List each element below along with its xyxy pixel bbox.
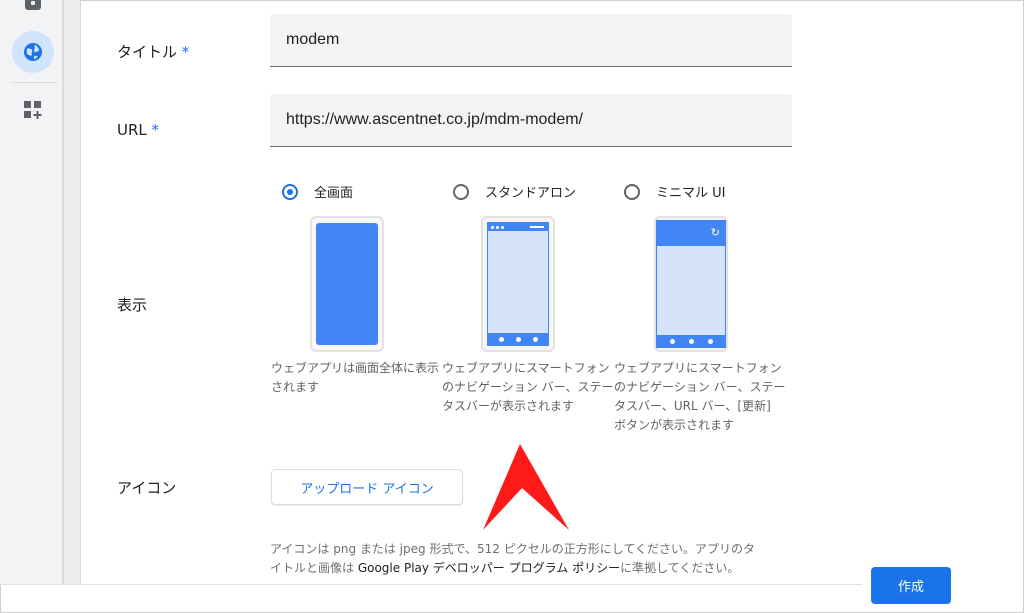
url-label-text: URL: [117, 121, 147, 139]
required-mark: *: [181, 43, 190, 61]
sidebar-gutter: [63, 0, 81, 584]
phone-screen: [487, 222, 549, 346]
url-field[interactable]: [270, 94, 792, 147]
radio-button[interactable]: [453, 183, 469, 200]
radio-button[interactable]: [624, 183, 640, 200]
web-app-nav-item[interactable]: [12, 31, 54, 73]
fullscreen-description: ウェブアプリは画面全体に表示されます: [271, 361, 440, 394]
radio-label: スタンドアロン: [485, 186, 577, 201]
refresh-icon: ↻: [710, 226, 720, 239]
radio-label: 全画面: [314, 186, 354, 201]
upload-icon-button[interactable]: アップロード アイコン: [271, 469, 463, 505]
title-label-text: タイトル: [117, 43, 178, 61]
url-bar: ↻: [657, 221, 725, 246]
phone-screen: [316, 223, 378, 345]
status-bar: [488, 223, 548, 231]
standalone-description: ウェブアプリにスマートフォンのナビゲーション バー、ステータスバーが表示されます: [442, 361, 614, 413]
fullscreen-phone-illustration: [310, 216, 384, 352]
minimal-ui-description: ウェブアプリにスマートフォンのナビゲーション バー、ステータスバー、URL バー…: [614, 361, 786, 432]
radio-standalone[interactable]: スタンドアロン: [453, 182, 576, 201]
radio-fullscreen[interactable]: 全画面: [282, 182, 353, 201]
radio-button-selected[interactable]: [282, 183, 298, 200]
url-label: URL *: [117, 121, 159, 139]
rail-divider: [10, 82, 58, 83]
storage-icon[interactable]: [25, 0, 41, 10]
title-input[interactable]: [286, 14, 776, 66]
radio-minimal-ui[interactable]: ミニマル UI: [624, 182, 725, 201]
display-label: 表示: [117, 296, 148, 314]
title-label: タイトル *: [117, 41, 189, 62]
required-mark: *: [151, 121, 160, 139]
phone-screen: ↻: [656, 220, 726, 348]
icon-hint: アイコンは png または jpeg 形式で、512 ピクセルの正方形にしてくだ…: [270, 540, 765, 584]
globe-icon: [24, 43, 42, 61]
url-input[interactable]: [286, 94, 776, 146]
title-field[interactable]: [270, 14, 792, 67]
side-rail: [0, 0, 63, 584]
icon-label: アイコン: [117, 479, 177, 497]
policy-link[interactable]: Google Play デベロッパー プログラム ポリシー: [358, 561, 620, 575]
icon-hint-text-end: に準拠してください。: [620, 561, 740, 575]
annotation-arrow-icon: [483, 444, 569, 530]
standalone-phone-illustration: [481, 216, 555, 352]
radio-label: ミニマル UI: [656, 186, 726, 201]
navigation-bar: [657, 335, 725, 347]
navigation-bar: [488, 333, 548, 345]
bottom-divider: [0, 584, 862, 585]
create-button[interactable]: 作成: [871, 567, 951, 604]
minimal-ui-phone-illustration: ↻: [654, 216, 728, 352]
add-app-icon[interactable]: [24, 101, 42, 119]
